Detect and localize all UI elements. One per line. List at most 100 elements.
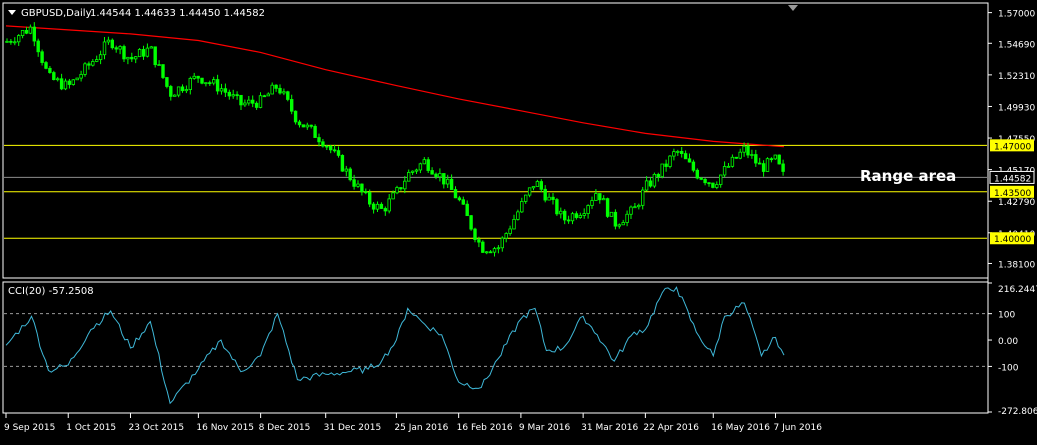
- candle-body: [488, 251, 493, 254]
- candle-body: [278, 87, 282, 94]
- candle-body: [133, 56, 138, 60]
- candle-body: [91, 61, 95, 66]
- candle-body: [473, 228, 477, 240]
- candle-body: [227, 91, 231, 97]
- candle-body: [426, 159, 430, 171]
- candle-body: [633, 206, 637, 209]
- candle-body: [520, 201, 524, 213]
- candle-body: [145, 47, 150, 57]
- candle-body: [28, 26, 33, 34]
- time-axis-tick-label: 25 Jan 2016: [394, 423, 448, 433]
- cci-line: [5, 286, 785, 405]
- candle-body: [16, 35, 21, 43]
- candle-body: [648, 180, 653, 187]
- candle-body: [422, 159, 426, 165]
- horizontal-levels: [4, 144, 987, 239]
- candle-body: [208, 82, 212, 85]
- candle-body: [469, 215, 473, 230]
- candle-body: [652, 173, 657, 187]
- candle-body: [169, 86, 173, 97]
- candle-body: [691, 161, 696, 171]
- candle-body: [356, 183, 360, 187]
- cci-axis-tick-label: -272.8061: [998, 407, 1037, 417]
- candle-body: [239, 94, 243, 106]
- candle-body: [293, 110, 298, 123]
- candle-body: [481, 241, 485, 253]
- price-axis-tick-label: 1.54690: [998, 40, 1035, 50]
- candlestick-series: [5, 22, 785, 257]
- candle-body: [410, 170, 415, 173]
- candle-body: [438, 173, 442, 178]
- candle-body: [313, 125, 317, 138]
- candle-body: [524, 194, 528, 202]
- candle-body: [172, 94, 177, 97]
- candle-body: [496, 247, 501, 250]
- price-level-tag-label: 1.44582: [994, 174, 1031, 184]
- range-area-annotation[interactable]: Range area: [860, 167, 956, 185]
- candle-body: [477, 239, 481, 243]
- candle-body: [215, 79, 220, 92]
- time-axis-tick-label: 31 Mar 2016: [581, 423, 638, 433]
- candle-body: [204, 82, 208, 85]
- candle-body: [563, 210, 567, 221]
- candle-body: [668, 155, 672, 167]
- chart-shift-marker[interactable]: [788, 5, 798, 11]
- time-axis-tick-label: 31 Dec 2015: [324, 423, 382, 433]
- candle-body: [56, 78, 60, 81]
- candle-body: [13, 41, 17, 44]
- candle-body: [137, 49, 142, 58]
- candle-body: [672, 151, 676, 157]
- cci-axis-tick-label: -100: [998, 363, 1019, 373]
- candle-body: [399, 187, 403, 190]
- trading-chart-window[interactable]: 1.570001.546901.523101.499301.475501.451…: [0, 0, 1037, 441]
- candle-body: [321, 141, 325, 147]
- candle-body: [527, 187, 532, 196]
- moving-average-line: [5, 25, 785, 148]
- candle-body: [551, 196, 555, 200]
- candle-body: [687, 158, 692, 163]
- cci-axis-tick-label: 100: [998, 311, 1015, 321]
- candle-body: [149, 46, 153, 49]
- candle-body: [36, 40, 40, 53]
- candle-body: [165, 77, 169, 87]
- candle-body: [602, 198, 606, 201]
- candle-body: [364, 191, 368, 194]
- candle-body: [559, 210, 563, 215]
- price-axis-tick-label: 1.52310: [998, 72, 1035, 82]
- candle-body: [750, 154, 754, 156]
- price-axis: 1.570001.546901.523101.499301.475501.451…: [988, 10, 1035, 270]
- candle-body: [582, 213, 586, 216]
- candle-body: [282, 91, 286, 94]
- candle-body: [200, 77, 204, 84]
- candle-body: [219, 88, 224, 92]
- candle-body: [375, 203, 380, 210]
- candle-body: [153, 46, 157, 66]
- candle-body: [715, 184, 719, 188]
- candle-body: [344, 168, 348, 172]
- time-axis: 9 Sep 2015 1 Oct 2015 23 Oct 2015 16 Nov 20…: [4, 413, 822, 433]
- candle-body: [637, 204, 641, 208]
- triangle-down-icon[interactable]: [8, 10, 16, 15]
- candle-body: [746, 145, 750, 156]
- candle-body: [465, 203, 469, 217]
- candle-body: [777, 154, 781, 165]
- candle-body: [5, 40, 9, 43]
- candle-body: [63, 80, 68, 90]
- candle-body: [106, 39, 111, 43]
- candle-body: [484, 251, 489, 254]
- candle-body: [531, 186, 536, 189]
- candle-body: [332, 149, 337, 152]
- candle-body: [769, 158, 774, 161]
- time-axis-tick-label: 16 Feb 2016: [457, 423, 513, 433]
- candle-body: [247, 99, 251, 104]
- price-level-tag-label: 1.43500: [994, 189, 1031, 199]
- candle-body: [442, 173, 446, 185]
- indicator-label: CCI(20) -57.2508: [8, 286, 94, 297]
- candle-body: [395, 187, 399, 194]
- chart-canvas[interactable]: 1.570001.546901.523101.499301.475501.451…: [0, 0, 1037, 441]
- candle-body: [176, 86, 181, 96]
- candle-body: [617, 224, 621, 227]
- candle-body: [699, 177, 703, 180]
- candle-body: [504, 233, 508, 239]
- candle-body: [52, 72, 56, 81]
